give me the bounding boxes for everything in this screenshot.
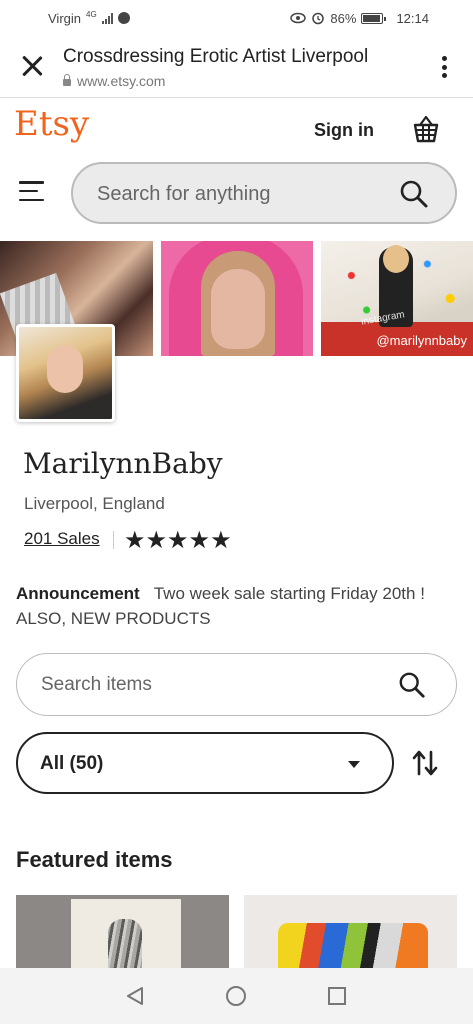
featured-item-card[interactable] bbox=[244, 895, 457, 975]
rating-stars[interactable]: ★★★★★ bbox=[124, 526, 232, 555]
battery-percent: 86% bbox=[330, 10, 357, 26]
close-icon[interactable] bbox=[20, 54, 44, 78]
clock: 12:14 bbox=[396, 10, 429, 26]
site-search-placeholder: Search for anything bbox=[97, 183, 271, 205]
category-filter-select[interactable]: All (50) bbox=[16, 732, 394, 794]
system-nav-bar bbox=[0, 968, 473, 1024]
sort-icon[interactable] bbox=[410, 748, 440, 778]
item-search-input[interactable]: Search items bbox=[16, 653, 457, 716]
recents-square-icon[interactable] bbox=[326, 985, 348, 1007]
featured-items-heading: Featured items bbox=[16, 847, 173, 872]
status-bar: Virgin 4G 86% 12:14 bbox=[0, 0, 473, 36]
divider bbox=[113, 531, 114, 549]
chevron-down-icon bbox=[348, 761, 360, 768]
sales-count-link[interactable]: 201 Sales bbox=[24, 529, 100, 549]
featured-item-card[interactable] bbox=[16, 895, 229, 975]
eye-comfort-icon bbox=[290, 12, 307, 24]
back-triangle-icon[interactable] bbox=[124, 985, 146, 1007]
network-label: 4G bbox=[86, 9, 97, 19]
shop-location: Liverpool, England bbox=[24, 494, 165, 513]
url-display: www.etsy.com bbox=[63, 73, 165, 89]
banner-image-2 bbox=[161, 241, 313, 356]
search-icon[interactable] bbox=[398, 671, 426, 699]
banner-image-3: instagram @marilynnbaby bbox=[321, 241, 473, 356]
battery-icon bbox=[361, 12, 387, 24]
url-text: www.etsy.com bbox=[77, 73, 166, 89]
etsy-logo[interactable]: Etsy bbox=[14, 104, 89, 144]
kebab-menu-icon[interactable] bbox=[441, 56, 447, 78]
basket-icon[interactable] bbox=[412, 114, 440, 144]
category-filter-value: All (50) bbox=[40, 753, 104, 774]
home-circle-icon[interactable] bbox=[225, 985, 247, 1007]
announcement: Announcement Two week sale starting Frida… bbox=[16, 581, 461, 631]
banner-handle: @marilynnbaby bbox=[376, 333, 467, 348]
shop-name: MarilynnBaby bbox=[23, 447, 223, 480]
item-search-placeholder: Search items bbox=[41, 674, 152, 695]
shop-avatar[interactable] bbox=[16, 324, 115, 422]
search-icon[interactable] bbox=[399, 179, 429, 209]
signal-icon bbox=[101, 12, 113, 24]
hamburger-icon[interactable] bbox=[19, 181, 44, 201]
browser-tab-bar: Crossdressing Erotic Artist Liverpool ww… bbox=[0, 36, 473, 98]
announcement-label: Announcement bbox=[16, 584, 140, 603]
sign-in-link[interactable]: Sign in bbox=[314, 120, 374, 141]
alarm-icon bbox=[312, 12, 325, 25]
site-search-input[interactable]: Search for anything bbox=[71, 162, 457, 224]
carrier-label: Virgin bbox=[48, 10, 82, 26]
spotify-icon bbox=[117, 12, 130, 24]
lock-icon bbox=[63, 74, 71, 86]
tab-title: Crossdressing Erotic Artist Liverpool bbox=[63, 46, 369, 67]
